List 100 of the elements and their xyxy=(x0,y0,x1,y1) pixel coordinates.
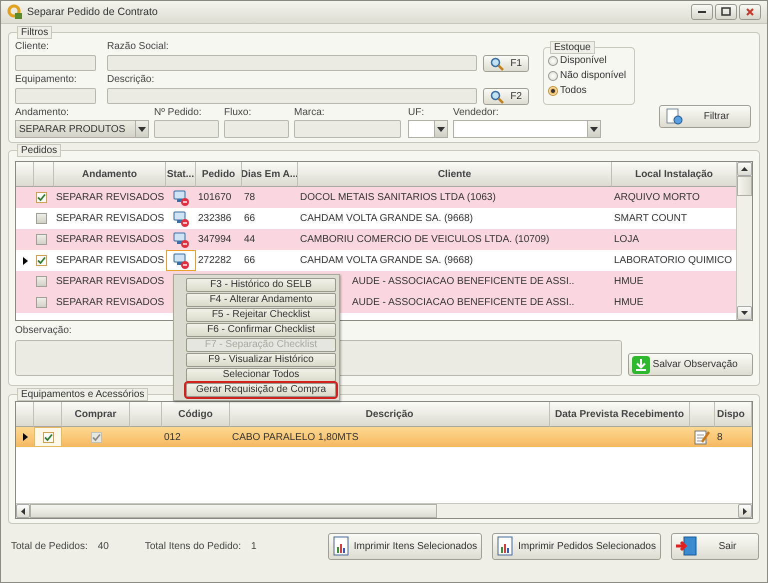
total-label: Total Itens do Pedido: xyxy=(144,540,242,552)
field-label: Vendedor: xyxy=(453,107,500,118)
table-cell: ARQUIVO MORTO xyxy=(614,192,700,203)
input-field[interactable] xyxy=(107,88,477,104)
menu-item[interactable]: F4 - Alterar Andamento xyxy=(186,293,336,307)
save-button[interactable]: Salvar Observação xyxy=(628,353,753,376)
table-cell: SEPARAR REVISADOS xyxy=(56,276,164,287)
caret-icon xyxy=(741,167,748,171)
menu-item[interactable]: F9 - Visualizar Histórico xyxy=(186,353,336,367)
input-field[interactable] xyxy=(224,120,289,138)
menu-item[interactable]: Gerar Requisição de Compra xyxy=(186,383,336,397)
checkbox[interactable] xyxy=(36,213,47,224)
table-cell: SEPARAR REVISADOS xyxy=(56,192,164,203)
maximize-button[interactable] xyxy=(715,4,737,20)
print-button[interactable]: Imprimir Pedidos Selecionados xyxy=(492,532,661,560)
document-icon xyxy=(666,108,684,126)
field-label: Marca: xyxy=(294,107,326,118)
column-header xyxy=(34,162,54,187)
checkbox[interactable] xyxy=(36,192,47,203)
column-header[interactable]: Descrição xyxy=(230,402,550,427)
scroll-thumb[interactable] xyxy=(30,504,437,518)
scroll-up-button[interactable] xyxy=(737,162,752,176)
column-header xyxy=(16,162,34,187)
column-header[interactable]: Código xyxy=(162,402,230,427)
dropdown[interactable] xyxy=(408,120,448,138)
field-label: Descrição: xyxy=(107,74,156,85)
column-header xyxy=(130,402,162,427)
table-cell: HMUE xyxy=(614,297,644,308)
edit-note-icon[interactable] xyxy=(694,428,711,446)
input-field[interactable] xyxy=(107,55,477,71)
checkbox[interactable] xyxy=(90,432,102,442)
radio-option[interactable]: Disponível xyxy=(548,55,630,66)
table-cell: AUDE - ASSOCIACAO BENEFICENTE DE ASSI.. xyxy=(352,297,574,308)
menu-item[interactable]: Selecionar Todos xyxy=(186,368,336,382)
total-label: Total de Pedidos: xyxy=(11,540,88,552)
input-field[interactable] xyxy=(154,120,219,138)
menu-item[interactable]: F6 - Confirmar Checklist xyxy=(186,323,336,337)
scroll-down-button[interactable] xyxy=(737,306,752,320)
filter-button[interactable]: Filtrar xyxy=(659,105,751,128)
exit-button[interactable]: Sair xyxy=(671,532,759,560)
table-cell: CAHDAM VOLTA GRANDE SA. (9668) xyxy=(300,213,474,224)
scroll-thumb[interactable] xyxy=(737,176,752,196)
checkbox[interactable] xyxy=(36,234,47,245)
minimize-button[interactable] xyxy=(691,4,713,20)
column-header[interactable]: Cliente xyxy=(298,162,612,187)
column-header[interactable]: Local Instalação xyxy=(612,162,737,187)
checkbox[interactable] xyxy=(36,276,47,287)
close-button[interactable] xyxy=(739,4,761,20)
current-row-icon xyxy=(22,256,28,264)
column-header[interactable]: Stat... xyxy=(166,162,196,187)
dropdown[interactable]: SEPARAR PRODUTOS xyxy=(15,120,149,138)
radio-option[interactable]: Não disponível xyxy=(548,70,630,81)
table-cell: 8 xyxy=(717,432,723,442)
search-button[interactable]: F2 xyxy=(483,88,529,105)
column-header[interactable]: Comprar xyxy=(62,402,130,427)
column-header[interactable]: Pedido xyxy=(196,162,242,187)
field-label: Razão Social: xyxy=(107,41,170,52)
checkbox[interactable] xyxy=(36,297,47,308)
print-button[interactable]: Imprimir Itens Selecionados xyxy=(328,532,482,560)
table-cell: 101670 xyxy=(198,192,232,203)
checkbox[interactable] xyxy=(42,432,54,442)
exit-door-icon xyxy=(676,536,698,556)
caret-icon xyxy=(743,508,747,514)
table-cell: SEPARAR REVISADOS xyxy=(56,297,164,308)
menu-item[interactable]: F5 - Rejeitar Checklist xyxy=(186,308,336,322)
table-cell: CAHDAM VOLTA GRANDE SA. (9668) xyxy=(300,255,474,266)
field-label: Observação: xyxy=(15,325,72,336)
input-field[interactable] xyxy=(294,120,401,138)
table-row[interactable]: 012 CABO PARALELO 1,80MTS 8 xyxy=(16,427,752,447)
group-title: Estoque xyxy=(550,41,595,54)
maximize-icon xyxy=(721,7,731,17)
radio-option[interactable]: Todos xyxy=(548,85,630,96)
input-field[interactable] xyxy=(15,55,96,71)
table-cell: 78 xyxy=(244,192,256,203)
search-icon xyxy=(490,56,504,70)
table-cell: SEPARAR REVISADOS xyxy=(56,234,164,245)
field-label: Equipamento: xyxy=(15,74,78,85)
table-cell: 347994 xyxy=(198,234,232,245)
scroll-left-button[interactable] xyxy=(16,504,30,518)
menu-item[interactable]: F3 - Histórico do SELB xyxy=(186,278,336,292)
search-button[interactable]: F1 xyxy=(483,55,529,72)
current-row-icon xyxy=(22,433,28,441)
column-header[interactable]: Data Prevista Recebimento xyxy=(550,402,690,427)
field-label: Cliente: xyxy=(15,41,50,52)
scroll-right-button[interactable] xyxy=(738,504,752,518)
table-row[interactable]: SEPARAR REVISADOS 347994 44 CAMBORIU COMERCIO DE VEICULOS LTDA. (10709) LOJA xyxy=(16,229,737,250)
table-cell: LABORATORIO QUIMICO xyxy=(614,255,732,266)
checkbox[interactable] xyxy=(36,255,47,266)
column-header[interactable]: Andamento xyxy=(54,162,166,187)
search-icon xyxy=(490,90,504,104)
minimize-icon xyxy=(698,11,706,13)
field-label: Fluxo: xyxy=(224,107,252,118)
input-field[interactable] xyxy=(15,88,96,104)
table-cell: 012 xyxy=(164,432,181,442)
group-title: Pedidos xyxy=(17,144,62,157)
window-title: Separar Pedido de Contrato xyxy=(27,6,159,18)
column-header[interactable]: Dispo xyxy=(715,402,752,427)
close-icon xyxy=(745,7,755,17)
table-cell: 272282 xyxy=(198,255,232,266)
table-row[interactable]: SEPARAR REVISADOS 101670 78 DOCOL METAIS SANITARIOS LTDA (1063) ARQUIVO MORTO xyxy=(16,187,737,208)
